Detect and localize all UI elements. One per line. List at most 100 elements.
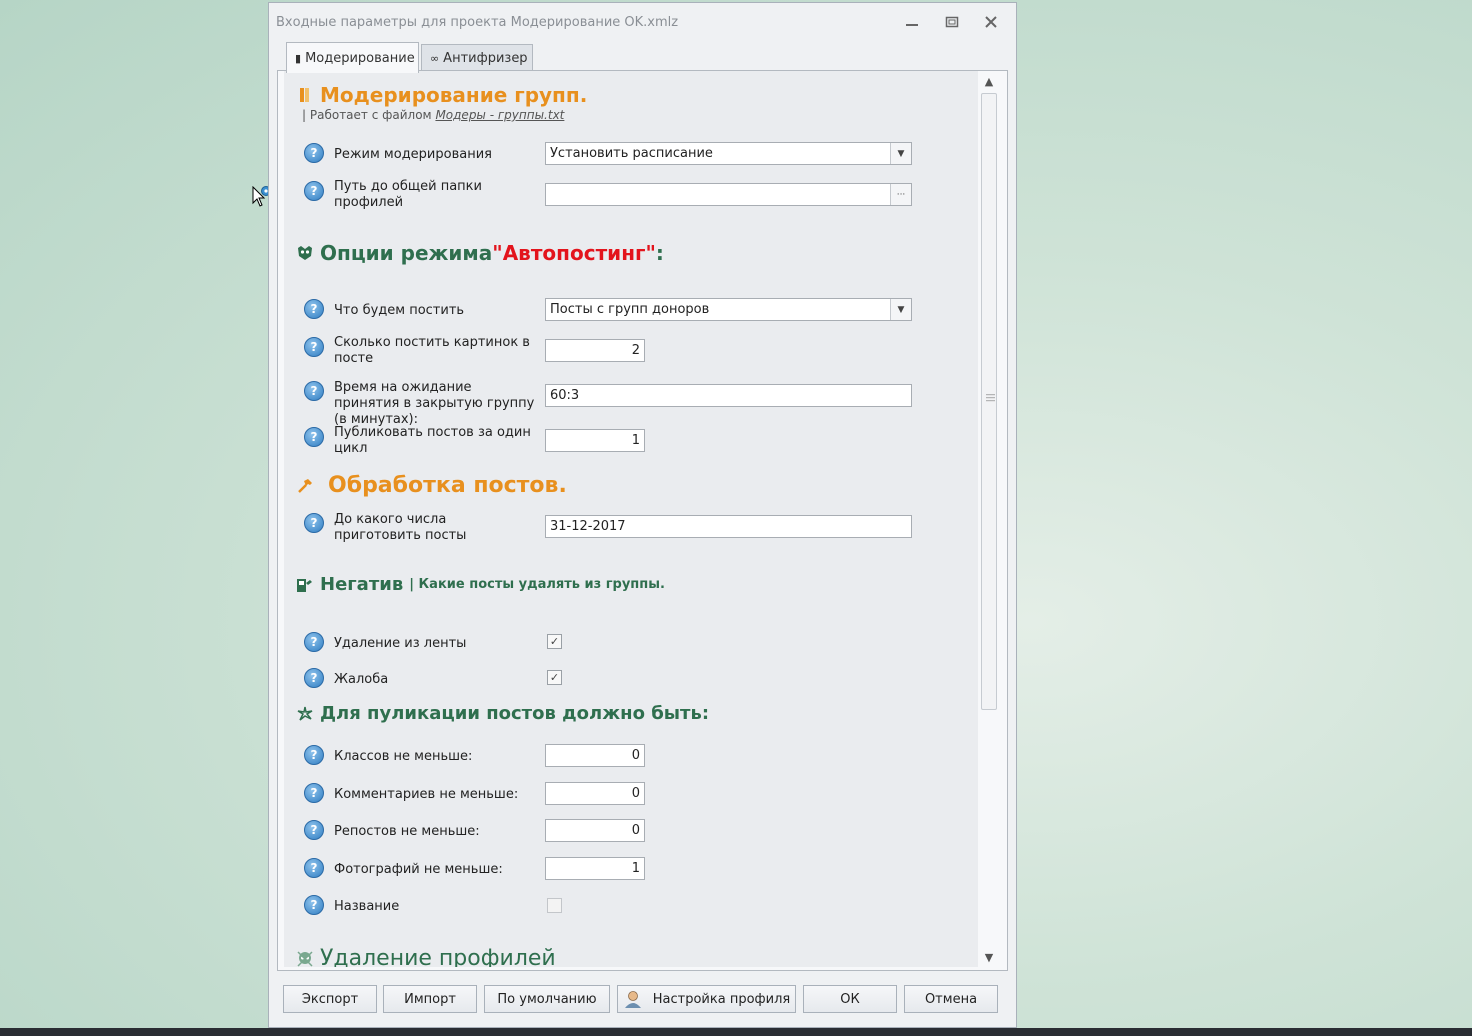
settings-scroll-area: Модерирование групп. | Работает с файлом… bbox=[284, 71, 978, 967]
help-icon[interactable]: ? bbox=[304, 337, 324, 357]
help-icon[interactable]: ? bbox=[304, 783, 324, 803]
name-checkbox[interactable] bbox=[547, 898, 562, 913]
comments-input[interactable]: 0 bbox=[545, 782, 645, 805]
complaint-label: Жалоба bbox=[334, 672, 389, 687]
scroll-up-arrow-icon[interactable]: ▲ bbox=[982, 75, 996, 89]
profiles-title-text: Удаление профилей bbox=[320, 946, 556, 967]
publish-title-text: Для пуликации постов должно быть: bbox=[320, 703, 710, 724]
user-avatar-icon bbox=[624, 991, 641, 1008]
section-processing-title: Обработка постов. bbox=[296, 473, 567, 498]
help-icon[interactable]: ? bbox=[304, 381, 324, 401]
section-moderation-title: Модерирование групп. bbox=[296, 83, 587, 107]
grip-icon: ― ― ― bbox=[986, 390, 995, 406]
classes-label: Классов не меньше: bbox=[334, 749, 473, 764]
what-post-value: Посты с групп доноров bbox=[550, 302, 710, 317]
note-prefix: | Работает с файлом bbox=[302, 108, 436, 122]
moderation-tab-icon: ▮ bbox=[295, 51, 302, 65]
help-icon[interactable]: ? bbox=[304, 143, 324, 163]
what-post-select[interactable]: Посты с групп доноров ▼ bbox=[545, 298, 912, 321]
chevron-down-icon[interactable]: ▼ bbox=[890, 143, 911, 164]
negative-title-text: Негатив bbox=[320, 574, 404, 595]
help-icon[interactable]: ? bbox=[304, 632, 324, 652]
restore-button[interactable] bbox=[943, 14, 961, 30]
help-icon[interactable]: ? bbox=[304, 668, 324, 688]
section-negative-title: Негатив | Какие посты удалять из группы. bbox=[296, 574, 665, 595]
negative-desc: | Какие посты удалять из группы. bbox=[409, 577, 665, 592]
pics-label: Сколько постить картинок в посте bbox=[334, 335, 530, 366]
complaint-checkbox[interactable]: ✓ bbox=[547, 670, 562, 685]
autopost-title-suffix: : bbox=[655, 241, 664, 265]
pics-count-input[interactable]: 2 bbox=[545, 339, 645, 362]
help-icon[interactable]: ? bbox=[304, 858, 324, 878]
until-date-input[interactable]: 31-12-2017 bbox=[545, 515, 912, 538]
help-icon[interactable]: ? bbox=[304, 427, 324, 447]
ok-button[interactable]: ОК bbox=[803, 985, 897, 1013]
pump-icon bbox=[296, 576, 314, 594]
folder-path-input[interactable]: ··· bbox=[545, 183, 912, 206]
profile-settings-label: Настройка профиля bbox=[652, 991, 791, 1007]
tab-antifreezer-label: Антифризер bbox=[443, 51, 528, 66]
wait-label: Время на ожидание принятия в закрытую гр… bbox=[334, 380, 535, 427]
del-feed-label: Удаление из ленты bbox=[334, 636, 467, 651]
moderation-file-note: | Работает с файлом Модеры - группы.txt bbox=[302, 108, 564, 122]
browse-button[interactable]: ··· bbox=[890, 184, 911, 205]
tab-moderation[interactable]: ▮ Модерирование bbox=[286, 42, 419, 73]
section-autopost-title: Опции режима "Автопостинг" : bbox=[296, 241, 664, 265]
title-bar: Входные параметры для проекта Модерирова… bbox=[269, 3, 1016, 39]
tab-strip: ▮ Модерирование ∞ Антифризер bbox=[277, 39, 1008, 73]
what-post-label: Что будем постить bbox=[334, 303, 465, 318]
help-icon[interactable]: ? bbox=[304, 895, 324, 915]
close-button[interactable] bbox=[982, 14, 1000, 30]
default-button[interactable]: По умолчанию bbox=[484, 985, 610, 1013]
close-icon bbox=[985, 16, 997, 28]
section-profiles-title: Удаление профилей bbox=[296, 946, 556, 967]
moderation-file-link[interactable]: Модеры - группы.txt bbox=[435, 108, 564, 122]
photos-input[interactable]: 1 bbox=[545, 857, 645, 880]
photos-label: Фотографий не меньше: bbox=[334, 862, 503, 877]
classes-input[interactable]: 0 bbox=[545, 744, 645, 767]
settings-panel: Модерирование групп. | Работает с файлом… bbox=[277, 70, 1008, 971]
mode-label: Режим модерирования bbox=[334, 147, 492, 162]
processing-title-text: Обработка постов. bbox=[328, 473, 567, 498]
reposts-input[interactable]: 0 bbox=[545, 819, 645, 842]
skull-icon bbox=[296, 950, 314, 968]
taskbar bbox=[0, 1028, 1472, 1036]
bot-icon bbox=[296, 244, 314, 262]
window-title: Входные параметры для проекта Модерирова… bbox=[276, 15, 679, 30]
autopost-title-highlight: "Автопостинг" bbox=[492, 241, 656, 265]
dialog-window: Входные параметры для проекта Модерирова… bbox=[268, 2, 1017, 1028]
scroll-down-arrow-icon[interactable]: ▼ bbox=[982, 951, 996, 965]
scrollbar-thumb[interactable]: ― ― ― bbox=[981, 93, 997, 710]
name-label: Название bbox=[334, 899, 400, 914]
infinity-icon: ∞ bbox=[430, 52, 440, 65]
help-icon[interactable]: ? bbox=[304, 820, 324, 840]
until-label: До какого числа приготовить посты bbox=[334, 512, 467, 543]
moderation-title-text: Модерирование групп. bbox=[320, 83, 588, 107]
reposts-label: Репостов не меньше: bbox=[334, 824, 480, 839]
per-cycle-input[interactable]: 1 bbox=[545, 429, 645, 452]
wait-time-input[interactable]: 60:3 bbox=[545, 384, 912, 407]
sparkle-icon bbox=[296, 705, 314, 723]
help-icon[interactable]: ? bbox=[304, 299, 324, 319]
comments-label: Комментариев не меньше: bbox=[334, 787, 519, 802]
cancel-button[interactable]: Отмена bbox=[904, 985, 998, 1013]
mode-select[interactable]: Установить расписание ▼ bbox=[545, 142, 912, 165]
del-feed-checkbox[interactable]: ✓ bbox=[547, 634, 562, 649]
export-button[interactable]: Экспорт bbox=[283, 985, 377, 1013]
mode-value: Установить расписание bbox=[550, 146, 713, 161]
folder-label: Путь до общей папки профилей bbox=[334, 179, 482, 210]
per-cycle-label: Публиковать постов за один цикл bbox=[334, 425, 531, 456]
vertical-scrollbar[interactable]: ▲ ― ― ― ▼ bbox=[978, 71, 1000, 970]
section-publish-title: Для пуликации постов должно быть: bbox=[296, 703, 709, 724]
chevron-down-icon[interactable]: ▼ bbox=[890, 299, 911, 320]
help-icon[interactable]: ? bbox=[304, 181, 324, 201]
import-button[interactable]: Импорт bbox=[383, 985, 477, 1013]
tab-moderation-label: Модерирование bbox=[305, 50, 415, 66]
help-icon[interactable]: ? bbox=[304, 745, 324, 765]
tab-antifreezer[interactable]: ∞ Антифризер bbox=[421, 44, 533, 72]
minimize-button[interactable] bbox=[903, 14, 921, 30]
hammer-icon bbox=[296, 477, 314, 495]
minimize-icon bbox=[906, 24, 918, 26]
profile-settings-button[interactable]: Настройка профиля bbox=[617, 985, 796, 1013]
help-icon[interactable]: ? bbox=[304, 513, 324, 533]
